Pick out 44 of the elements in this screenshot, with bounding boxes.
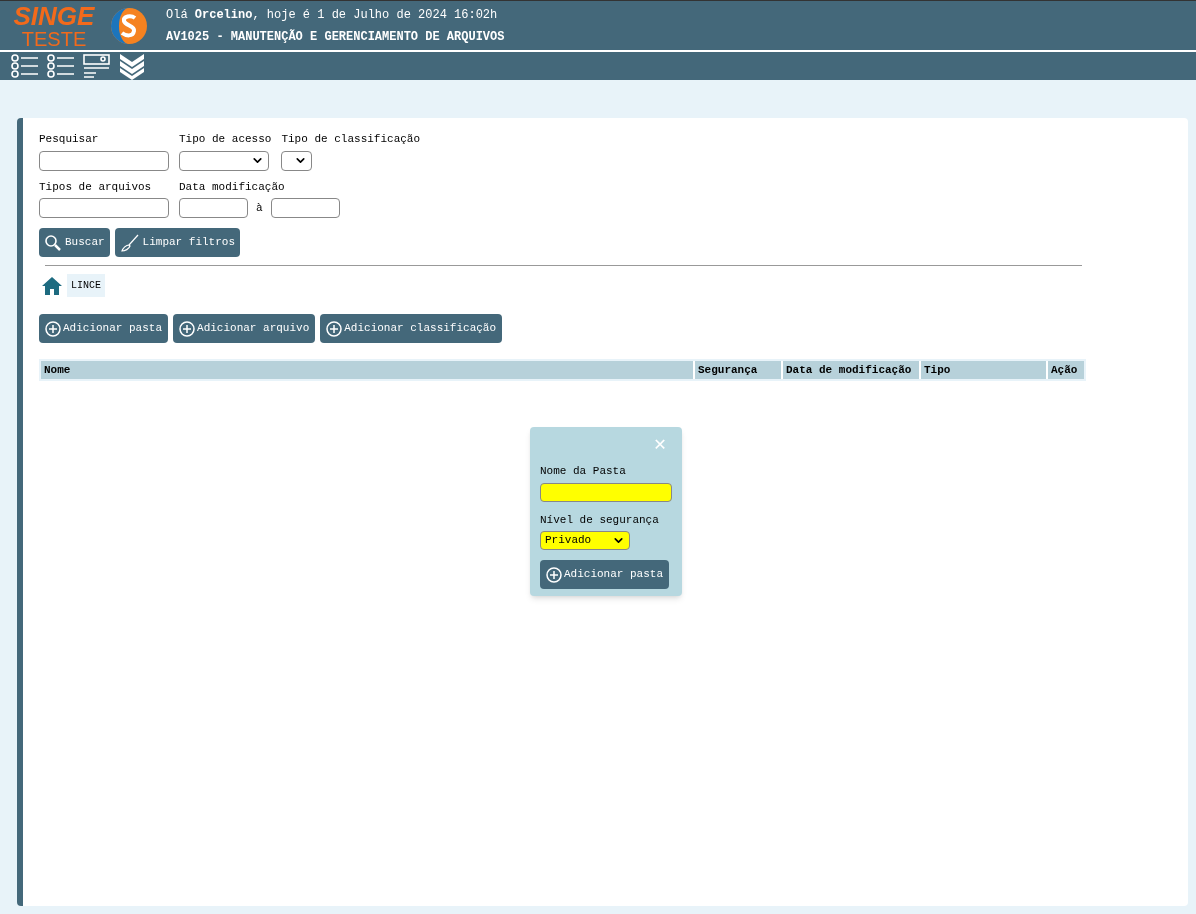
column-header: Ação [1048, 361, 1084, 379]
submit-button[interactable]: Adicionar pasta [540, 560, 670, 589]
field-label: Nível de segurança [540, 512, 660, 528]
plus-circle-icon [326, 320, 343, 337]
field-label: Nome da Pasta [540, 464, 627, 479]
column-header: Tipo [921, 361, 1046, 379]
date-field[interactable] [270, 198, 340, 218]
add-button[interactable]: Adicionar arquivo [173, 314, 316, 343]
select-field[interactable] [281, 150, 313, 171]
search-form-icon[interactable] [82, 53, 112, 79]
column-header: Segurança [695, 361, 781, 379]
range-separator: à [256, 200, 263, 216]
greeting-text: Olá Orcelino, hoje é 1 de Julho de 2024 16:02h [166, 6, 499, 24]
add-button[interactable]: Adicionar pasta [39, 314, 169, 343]
field-label: Data modificação [179, 179, 286, 195]
search-icon [44, 233, 62, 252]
add-button[interactable]: Adicionar classificação [320, 314, 503, 343]
field-label: Tipo de classificação [281, 132, 421, 147]
field-label: Tipo de acesso [179, 132, 272, 147]
page-title: AV1025 - MANUTENÇÃO E GERENCIAMENTO DE ARQUIVOS [166, 28, 505, 46]
date-field[interactable] [179, 198, 248, 218]
input-field[interactable] [39, 198, 169, 218]
logo-subtext: TESTE [21, 28, 87, 49]
plus-circle-icon [179, 320, 196, 337]
plus-circle-icon [45, 320, 61, 337]
checklist-icon[interactable] [46, 53, 76, 79]
logo-icon [110, 6, 148, 45]
plus-circle-icon [546, 566, 562, 583]
home-icon[interactable] [42, 276, 62, 295]
breadcrumb-link[interactable]: LINCE [67, 274, 105, 297]
input-field[interactable] [39, 150, 169, 171]
field-label: Pesquisar [39, 132, 100, 147]
input-field[interactable] [540, 482, 672, 502]
broom-icon [119, 233, 140, 252]
filter-button[interactable]: Buscar [39, 228, 110, 257]
double-chevron-icon[interactable] [118, 52, 146, 80]
logo-text: SINGE [13, 2, 95, 29]
select-field[interactable] [179, 150, 269, 171]
filter-button[interactable]: Limpar filtros [114, 228, 241, 257]
column-header: Nome [41, 361, 693, 379]
field-label: Tipos de arquivos [39, 179, 153, 195]
list-icon[interactable] [10, 53, 40, 79]
column-header: Data de modificação [783, 361, 919, 379]
select-field[interactable]: Privado [540, 531, 630, 550]
